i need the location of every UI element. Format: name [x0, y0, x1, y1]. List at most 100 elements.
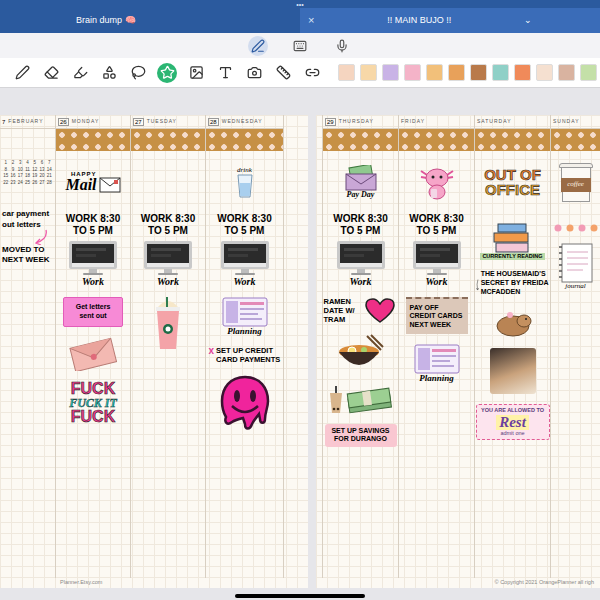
mode-button[interactable]	[332, 36, 352, 56]
sticker-thumbnail[interactable]	[404, 64, 421, 81]
computer-icon	[336, 240, 386, 276]
text-icon	[218, 65, 233, 80]
desk-sticker[interactable]: Work	[143, 240, 193, 287]
book-stack-icon	[490, 223, 534, 253]
camera-icon	[247, 65, 262, 80]
left-page: 7FEBRUARY1234567891011121314151617181920…	[0, 115, 308, 588]
glass-icon	[237, 174, 253, 198]
tool-button[interactable]	[41, 63, 61, 83]
planning-sticker[interactable]: Planning	[414, 344, 460, 383]
day-header: FRIDAY	[399, 115, 474, 129]
capybara-icon	[493, 310, 533, 338]
coffee-cup-sticker[interactable]: coffee	[559, 163, 593, 202]
home-indicator	[235, 594, 365, 598]
savings-banner[interactable]: SET UP SAVINGS FOR DURANGO	[325, 424, 397, 447]
date-note[interactable]: RAMEN DATE W/ TRAM	[324, 297, 398, 324]
boba-money-stickers[interactable]	[329, 382, 393, 414]
washi-tape	[131, 129, 205, 151]
sticker-thumbnail[interactable]	[580, 64, 597, 81]
star-icon	[160, 65, 175, 80]
out-of-office-sticker[interactable]: OUT OFOFFICE	[484, 167, 541, 197]
work-hours[interactable]: WORK 8:30TO 5 PM	[323, 213, 398, 236]
sticker-thumbnail[interactable]	[426, 64, 443, 81]
side-note[interactable]: out letters	[2, 220, 55, 229]
sticker-thumbnail[interactable]	[338, 64, 355, 81]
close-tab-button[interactable]: ×	[308, 15, 314, 26]
tool-button[interactable]	[128, 63, 148, 83]
tool-button[interactable]	[244, 63, 264, 83]
tab-menu-button[interactable]: ⌄	[524, 16, 592, 25]
happy-mail-sticker[interactable]: HAPPYMail	[65, 171, 120, 193]
work-hours[interactable]: WORK 8:30TO 5 PM	[56, 213, 130, 236]
desk-label: Work	[349, 277, 371, 287]
side-note[interactable]: car payment	[2, 209, 55, 218]
tool-button[interactable]	[215, 63, 235, 83]
sticker-thumbnail[interactable]	[492, 64, 509, 81]
ramen-icon	[337, 334, 385, 372]
toolbar	[0, 58, 600, 88]
tool-button[interactable]	[99, 63, 119, 83]
tool-button[interactable]	[186, 63, 206, 83]
computer-icon	[220, 240, 270, 276]
sticker-thumbnail[interactable]	[382, 64, 399, 81]
task-note[interactable]: xSET UP CREDIT CARD PAYMENTS	[209, 346, 281, 364]
envelope-icon	[99, 177, 121, 193]
sticker-thumbnail[interactable]	[514, 64, 531, 81]
tab[interactable]: Brain dump 🧠	[0, 8, 300, 33]
tool-button[interactable]	[70, 63, 90, 83]
tab[interactable]: ×!! MAIN BUJO !!⌄	[300, 8, 600, 33]
tab-bar: •••Brain dump 🧠×!! MAIN BUJO !!⌄	[0, 0, 600, 33]
desk-sticker[interactable]: Work	[412, 240, 462, 287]
mini-calendar[interactable]: 1234567891011121314151617181920212223242…	[0, 161, 55, 185]
tool-button[interactable]	[12, 63, 32, 83]
axolotl-icon	[417, 163, 457, 201]
sticky-note[interactable]: Get letters sent out	[63, 297, 123, 327]
day-header: SUNDAY	[551, 115, 600, 129]
page-footer: © Copyright 2021 OrangePlanner all righ	[316, 578, 600, 588]
planning-label: Planning	[227, 327, 262, 336]
work-hours[interactable]: WORK 8:30TO 5 PM	[131, 213, 205, 236]
sticker-thumbnail[interactable]	[360, 64, 377, 81]
washi-tape	[399, 129, 474, 151]
day-header: 29THURSDAY	[323, 115, 398, 129]
drink-sticker[interactable]: drink	[237, 167, 253, 198]
day-header: 27TUESDAY	[131, 115, 205, 129]
washi-tape	[323, 129, 398, 151]
page-footer: Planner.Etsy.com	[0, 578, 308, 588]
app: •••Brain dump 🧠×!! MAIN BUJO !!⌄7FEBRUAR…	[0, 0, 600, 600]
day-column: 26MONDAYHAPPYMailWORK 8:30TO 5 PMWorkGet…	[55, 115, 130, 578]
desk-sticker[interactable]: Work	[220, 240, 270, 287]
sticker-thumbnail[interactable]	[536, 64, 553, 81]
day-column: 28WEDNESDAYdrinkWORK 8:30TO 5 PMWorkPlan…	[205, 115, 283, 578]
books-sticker[interactable]: CURRENTLY READING	[480, 223, 544, 260]
planning-sticker[interactable]: Planning	[222, 297, 268, 336]
desk-sticker[interactable]: Work	[336, 240, 386, 287]
computer-icon	[143, 240, 193, 276]
planning-label: Planning	[419, 374, 454, 383]
moved-note[interactable]: MOVED TO NEXT WEEK	[0, 245, 55, 263]
day-header: SATURDAY	[475, 115, 550, 129]
highlighter-icon	[73, 65, 88, 80]
book-note[interactable]: THE HOUSEMAID'S SECRET BY FREIDA MCFADDE…	[476, 270, 550, 300]
journal-sticker[interactable]: journal	[559, 243, 593, 290]
paper-note[interactable]: PAY OFF CREDIT CARDS NEXT WEEK	[406, 297, 468, 334]
payday-sticker[interactable]: Pay Day	[344, 165, 378, 199]
desk-sticker[interactable]: Work	[68, 240, 118, 287]
work-hours[interactable]: WORK 8:30TO 5 PM	[399, 213, 474, 236]
iced-coffee-photo	[490, 348, 536, 394]
frappuccino-icon	[153, 297, 183, 351]
swear-sticker[interactable]: FUCKFUCK ITFUCK	[69, 381, 117, 425]
work-hours[interactable]: WORK 8:30TO 5 PM	[206, 213, 283, 236]
sticker-thumbnail[interactable]	[558, 64, 575, 81]
mode-button[interactable]	[290, 36, 310, 56]
washi-tape	[56, 129, 130, 151]
rest-ticket[interactable]: YOU ARE ALLOWED TORestadmit one	[476, 404, 550, 440]
melting-smiley-icon	[219, 374, 271, 432]
mode-button[interactable]	[248, 36, 268, 56]
tool-button[interactable]	[273, 63, 293, 83]
money-stack-icon	[345, 382, 393, 414]
tool-button[interactable]	[302, 63, 322, 83]
tool-button[interactable]	[157, 63, 177, 83]
sticker-thumbnail[interactable]	[470, 64, 487, 81]
sticker-thumbnail[interactable]	[448, 64, 465, 81]
